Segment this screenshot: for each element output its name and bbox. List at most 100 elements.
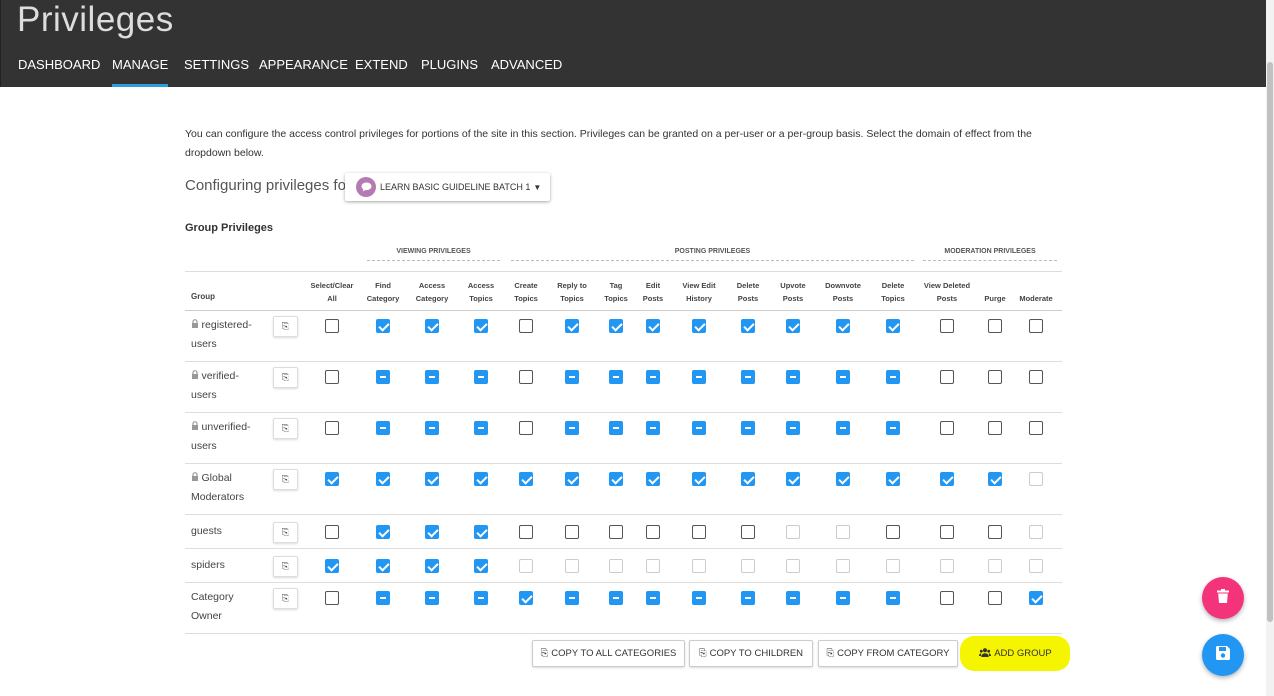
privilege-checkbox[interactable] [425,525,439,539]
copy-group-privileges-button[interactable]: ⎘ [273,367,298,388]
privilege-checkbox[interactable] [836,319,850,333]
privilege-checkbox[interactable] [325,559,339,573]
copy-from-category-button[interactable]: ⎘ COPY FROM CATEGORY [818,640,958,667]
tab-manage[interactable]: MANAGE [112,52,169,87]
delete-button[interactable] [1202,577,1244,619]
privilege-checkbox[interactable] [325,525,339,539]
privilege-checkbox[interactable] [940,591,954,605]
tab-advanced[interactable]: ADVANCED [491,52,562,87]
privilege-checkbox[interactable] [836,472,850,486]
tab-appearance[interactable]: APPEARANCE [259,52,348,87]
scrollbar-thumb[interactable] [1267,62,1273,622]
privilege-checkbox[interactable] [886,421,900,435]
tab-dashboard[interactable]: DASHBOARD [18,52,100,87]
privilege-checkbox[interactable] [325,370,339,384]
privilege-checkbox[interactable] [886,319,900,333]
privilege-checkbox[interactable] [376,319,390,333]
privilege-checkbox[interactable] [886,472,900,486]
privilege-checkbox[interactable] [474,472,488,486]
privilege-checkbox[interactable] [425,472,439,486]
copy-group-privileges-button[interactable]: ⎘ [273,556,298,577]
privilege-checkbox[interactable] [325,591,339,605]
privilege-checkbox[interactable] [1029,370,1043,384]
privilege-checkbox[interactable] [741,370,755,384]
tab-plugins[interactable]: PLUGINS [421,52,478,87]
privilege-checkbox[interactable] [376,421,390,435]
privilege-checkbox[interactable] [565,472,579,486]
privilege-checkbox[interactable] [519,370,533,384]
privilege-checkbox[interactable] [692,472,706,486]
privilege-checkbox[interactable] [565,370,579,384]
privilege-checkbox[interactable] [376,591,390,605]
privilege-checkbox[interactable] [474,559,488,573]
privilege-checkbox[interactable] [1029,421,1043,435]
privilege-checkbox[interactable] [1029,591,1043,605]
privilege-checkbox[interactable] [836,591,850,605]
privilege-checkbox[interactable] [741,525,755,539]
privilege-checkbox[interactable] [565,591,579,605]
privilege-checkbox[interactable] [786,421,800,435]
privilege-checkbox[interactable] [519,472,533,486]
privilege-checkbox[interactable] [988,525,1002,539]
privilege-checkbox[interactable] [692,525,706,539]
privilege-checkbox[interactable] [519,319,533,333]
privilege-checkbox[interactable] [786,591,800,605]
privilege-checkbox[interactable] [519,591,533,605]
privilege-checkbox[interactable] [646,591,660,605]
privilege-checkbox[interactable] [565,319,579,333]
privilege-checkbox[interactable] [940,319,954,333]
privilege-checkbox[interactable] [836,421,850,435]
privilege-checkbox[interactable] [1029,319,1043,333]
privilege-checkbox[interactable] [609,319,623,333]
privilege-checkbox[interactable] [425,421,439,435]
privilege-checkbox[interactable] [786,472,800,486]
privilege-checkbox[interactable] [646,370,660,384]
privilege-checkbox[interactable] [886,525,900,539]
privilege-checkbox[interactable] [886,591,900,605]
privilege-checkbox[interactable] [474,591,488,605]
privilege-checkbox[interactable] [519,525,533,539]
privilege-checkbox[interactable] [940,472,954,486]
tab-settings[interactable]: SETTINGS [184,52,249,87]
privilege-checkbox[interactable] [646,319,660,333]
copy-group-privileges-button[interactable]: ⎘ [273,469,298,490]
privilege-checkbox[interactable] [988,421,1002,435]
privilege-checkbox[interactable] [886,370,900,384]
privilege-checkbox[interactable] [692,319,706,333]
privilege-checkbox[interactable] [988,370,1002,384]
tab-extend[interactable]: EXTEND [355,52,408,87]
privilege-checkbox[interactable] [988,319,1002,333]
privilege-checkbox[interactable] [425,370,439,384]
privilege-checkbox[interactable] [692,591,706,605]
privilege-checkbox[interactable] [425,591,439,605]
privilege-checkbox[interactable] [609,525,623,539]
privilege-checkbox[interactable] [325,472,339,486]
privilege-checkbox[interactable] [940,421,954,435]
copy-group-privileges-button[interactable]: ⎘ [273,522,298,543]
privilege-checkbox[interactable] [836,370,850,384]
privilege-checkbox[interactable] [786,319,800,333]
privilege-checkbox[interactable] [741,421,755,435]
privilege-checkbox[interactable] [741,591,755,605]
privilege-checkbox[interactable] [692,421,706,435]
privilege-checkbox[interactable] [646,421,660,435]
privilege-checkbox[interactable] [940,370,954,384]
privilege-checkbox[interactable] [565,525,579,539]
privilege-checkbox[interactable] [741,472,755,486]
privilege-checkbox[interactable] [425,319,439,333]
privilege-checkbox[interactable] [376,525,390,539]
copy-group-privileges-button[interactable]: ⎘ [273,418,298,439]
privilege-checkbox[interactable] [474,525,488,539]
privilege-checkbox[interactable] [519,421,533,435]
privilege-checkbox[interactable] [565,421,579,435]
add-group-button[interactable]: ADD GROUP [964,640,1067,667]
save-button[interactable] [1202,634,1244,676]
privilege-checkbox[interactable] [646,525,660,539]
privilege-checkbox[interactable] [988,591,1002,605]
privilege-checkbox[interactable] [425,559,439,573]
privilege-checkbox[interactable] [940,525,954,539]
privilege-checkbox[interactable] [692,370,706,384]
privilege-checkbox[interactable] [474,421,488,435]
privilege-checkbox[interactable] [988,472,1002,486]
privilege-checkbox[interactable] [376,472,390,486]
